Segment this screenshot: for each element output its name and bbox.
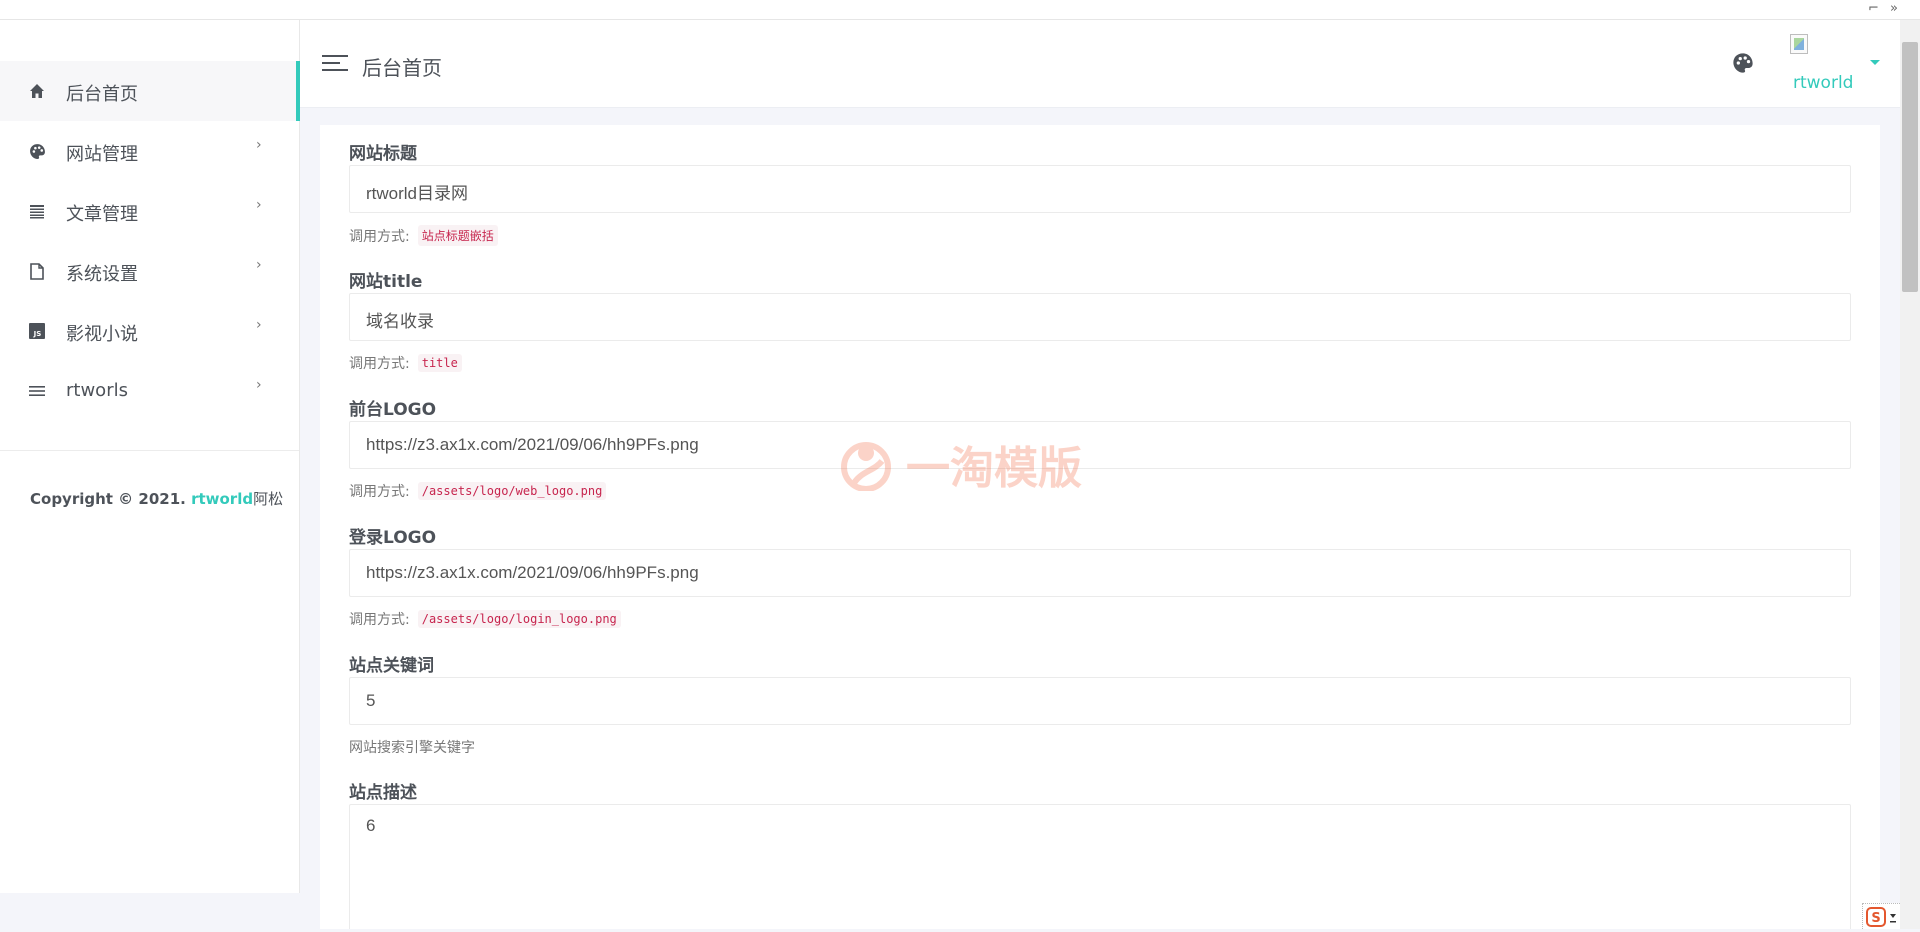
keywords-input[interactable]: 5 bbox=[349, 677, 1851, 725]
sidebar-item-label: rtworls bbox=[66, 380, 128, 401]
copyright-author: 阿松 bbox=[253, 490, 284, 508]
field-label: 前台LOGO bbox=[349, 400, 437, 420]
restore-icon[interactable]: ⌐ bbox=[1868, 1, 1879, 16]
chevron-right-icon: › bbox=[256, 317, 262, 333]
palette-icon bbox=[28, 142, 46, 160]
sidebar-item-label: 后台首页 bbox=[66, 84, 138, 105]
header: 后台首页 rtworld bbox=[300, 20, 1900, 108]
front-logo-input[interactable]: https://z3.ax1x.com/2021/09/06/hh9PFs.pn… bbox=[349, 421, 1851, 469]
login-logo-input[interactable]: https://z3.ax1x.com/2021/09/06/hh9PFs.pn… bbox=[349, 549, 1851, 597]
browser-top-strip: ⌐ » bbox=[0, 0, 1920, 20]
js-icon: JS bbox=[28, 322, 46, 340]
sidebar-item-site[interactable]: 网站管理 › bbox=[0, 121, 300, 181]
help-text: 调用方式: bbox=[349, 484, 410, 500]
avatar-broken-image-icon[interactable] bbox=[1790, 34, 1808, 54]
help-text: 调用方式: bbox=[349, 356, 410, 372]
svg-text:S: S bbox=[1871, 911, 1880, 926]
description-textarea[interactable]: 6 bbox=[349, 804, 1851, 929]
page-scrollbar[interactable] bbox=[1900, 20, 1920, 929]
menu-icon bbox=[28, 382, 46, 400]
sidebar-item-label: 文章管理 bbox=[66, 204, 138, 225]
menu-toggle-icon[interactable] bbox=[322, 53, 348, 73]
page-title: 后台首页 bbox=[362, 56, 442, 80]
field-help: 调用方式: 站点标题嵌括 bbox=[349, 225, 498, 246]
user-dropdown-caret-icon[interactable] bbox=[1870, 60, 1880, 65]
sidebar-panel: 后台首页 网站管理 › 文章管理 › 系统设置 › JS 影视小说 › rtwo… bbox=[0, 20, 300, 893]
sidebar-item-articles[interactable]: 文章管理 › bbox=[0, 181, 300, 241]
chevron-right-icon: › bbox=[256, 137, 262, 153]
sidebar-item-settings[interactable]: 系统设置 › bbox=[0, 241, 300, 301]
help-code: title bbox=[417, 354, 462, 372]
chevron-right-icon: › bbox=[256, 257, 262, 273]
help-text: 调用方式: bbox=[349, 612, 410, 628]
sidebar-divider bbox=[0, 450, 299, 451]
field-help: 调用方式: /assets/logo/web_logo.png bbox=[349, 481, 607, 501]
sidebar-nav: 后台首页 网站管理 › 文章管理 › 系统设置 › JS 影视小说 › rtwo… bbox=[0, 61, 300, 421]
sidebar-item-home[interactable]: 后台首页 bbox=[0, 61, 300, 121]
settings-form-card: 网站标题 rtworld目录网 调用方式: 站点标题嵌括 网站title 域名收… bbox=[320, 125, 1880, 929]
field-label: 网站title bbox=[349, 272, 423, 292]
field-label: 网站标题 bbox=[349, 144, 417, 164]
sidebar-item-label: 网站管理 bbox=[66, 144, 138, 165]
scrollbar-thumb[interactable] bbox=[1902, 42, 1918, 292]
copyright-brand-link[interactable]: rtworld bbox=[191, 490, 253, 508]
field-help: 网站搜索引擎关键字 bbox=[349, 740, 475, 756]
field-label: 登录LOGO bbox=[349, 528, 437, 548]
file-icon bbox=[28, 262, 46, 280]
copyright: Copyright © 2021. rtworld阿松 bbox=[30, 488, 283, 509]
copyright-prefix: Copyright © 2021. bbox=[30, 490, 192, 508]
help-code: /assets/logo/login_logo.png bbox=[417, 610, 621, 628]
field-help: 调用方式: title bbox=[349, 353, 462, 373]
help-code: 站点标题嵌括 bbox=[417, 225, 498, 246]
sidebar-item-media[interactable]: JS 影视小说 › bbox=[0, 301, 300, 361]
help-text: 调用方式: bbox=[349, 228, 410, 245]
home-icon bbox=[28, 82, 46, 100]
site-title-input[interactable]: rtworld目录网 bbox=[349, 165, 1851, 213]
field-label: 站点描述 bbox=[349, 783, 417, 803]
field-label: 站点关键词 bbox=[349, 656, 434, 676]
chevron-right-icon: › bbox=[256, 377, 262, 393]
svg-text:JS: JS bbox=[33, 330, 42, 338]
theme-palette-icon[interactable] bbox=[1732, 52, 1754, 74]
user-name[interactable]: rtworld bbox=[1793, 73, 1853, 93]
sidebar: 后台首页 网站管理 › 文章管理 › 系统设置 › JS 影视小说 › rtwo… bbox=[0, 20, 300, 929]
sidebar-item-rtworls[interactable]: rtworls › bbox=[0, 361, 300, 421]
expand-icon[interactable]: » bbox=[1890, 1, 1898, 16]
list-icon bbox=[28, 202, 46, 220]
help-code: /assets/logo/web_logo.png bbox=[417, 482, 607, 500]
input-method-widget[interactable]: S bbox=[1862, 903, 1900, 929]
chevron-right-icon: › bbox=[256, 197, 262, 213]
sidebar-item-label: 系统设置 bbox=[66, 264, 138, 285]
field-help: 调用方式: /assets/logo/login_logo.png bbox=[349, 609, 621, 629]
sidebar-item-label: 影视小说 bbox=[66, 324, 138, 345]
site-title-en-input[interactable]: 域名收录 bbox=[349, 293, 1851, 341]
